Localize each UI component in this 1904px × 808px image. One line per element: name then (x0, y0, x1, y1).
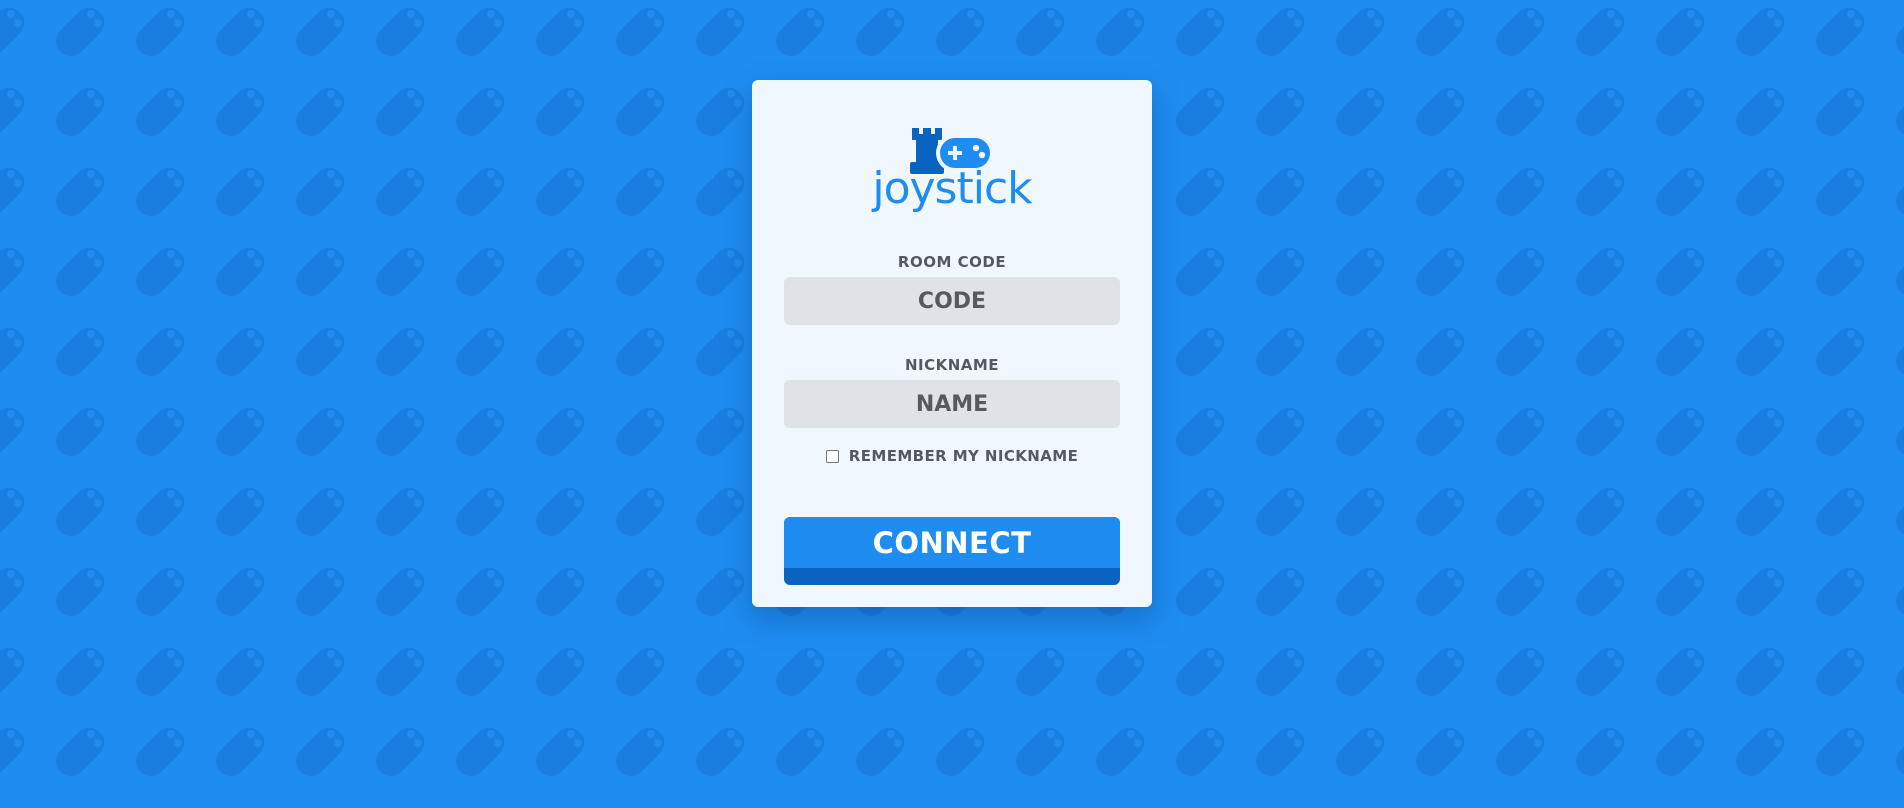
join-card: joystick ROOM CODE NICKNAME REMEMBER MY … (752, 80, 1152, 607)
logo-wordmark: joystick (872, 163, 1032, 214)
connect-button-label: CONNECT (784, 517, 1120, 568)
nickname-input[interactable] (784, 380, 1120, 428)
logo: joystick (752, 128, 1152, 218)
room-code-input[interactable] (784, 277, 1120, 325)
room-code-label: ROOM CODE (897, 253, 1007, 271)
remember-nickname-label[interactable]: REMEMBER MY NICKNAME (849, 447, 1078, 465)
remember-nickname-row[interactable]: REMEMBER MY NICKNAME (752, 446, 1152, 466)
remember-nickname-checkbox[interactable] (825, 449, 839, 463)
connect-button[interactable]: CONNECT (784, 517, 1120, 585)
nickname-label: NICKNAME (904, 356, 1000, 374)
